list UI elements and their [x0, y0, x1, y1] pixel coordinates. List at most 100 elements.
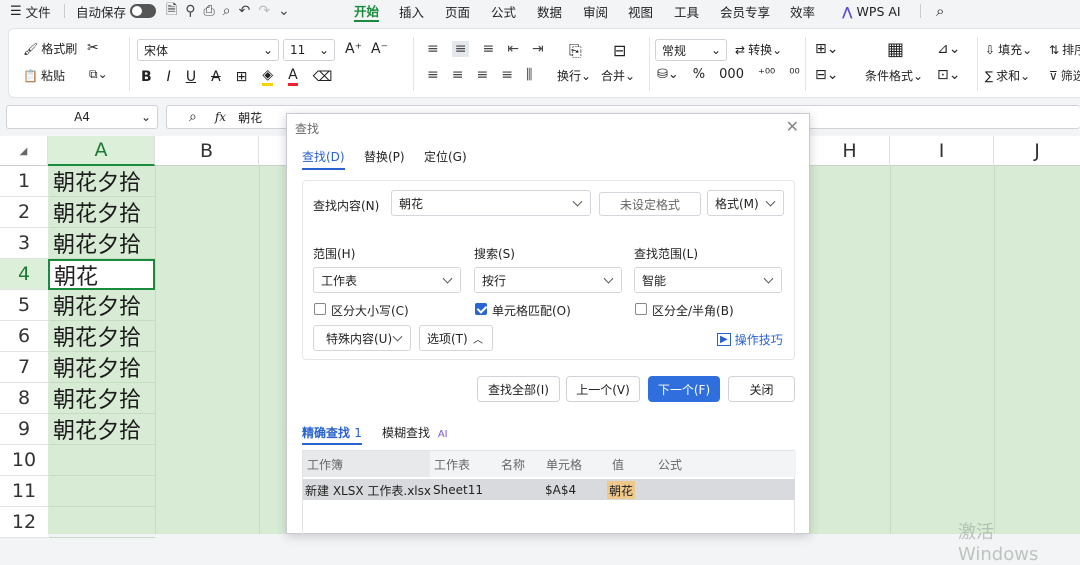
- column-header-j[interactable]: J: [994, 136, 1080, 166]
- cell-a[interactable]: 朝花夕拾: [49, 414, 155, 445]
- column-header-a[interactable]: A: [48, 136, 155, 166]
- tab-insert[interactable]: 插入: [399, 0, 424, 22]
- scope-select[interactable]: 工作表: [313, 267, 461, 293]
- column-header-i[interactable]: I: [890, 136, 994, 166]
- chevron-down-icon[interactable]: ⌄: [278, 3, 290, 19]
- sum-button[interactable]: ∑ 求和 ⌄: [985, 67, 1030, 84]
- cell-a[interactable]: [49, 507, 155, 538]
- row-header[interactable]: 3: [0, 228, 48, 259]
- cell-a[interactable]: 朝花夕拾: [49, 228, 155, 259]
- eraser-icon[interactable]: ⌫: [313, 69, 333, 85]
- autosave-toggle[interactable]: 自动保存: [76, 0, 157, 22]
- paste-button[interactable]: 📋 粘贴: [23, 67, 65, 84]
- search-select[interactable]: 按行: [474, 267, 622, 293]
- align-right-icon[interactable]: ≡: [476, 67, 488, 83]
- row-header[interactable]: 7: [0, 352, 48, 383]
- zoom-icon[interactable]: ⌕: [189, 109, 197, 125]
- font-size-select[interactable]: 11 ⌄: [283, 39, 335, 61]
- redo-icon[interactable]: ↷: [258, 3, 270, 19]
- row-header[interactable]: 4: [0, 259, 48, 290]
- exact-search-tab[interactable]: 精确查找 1: [302, 424, 362, 445]
- row-header[interactable]: 6: [0, 321, 48, 352]
- rows-cols-icon[interactable]: ⊡⌄: [937, 67, 960, 83]
- cell-a[interactable]: [49, 445, 155, 476]
- increase-font-icon[interactable]: A⁺: [345, 41, 362, 57]
- row-header[interactable]: 2: [0, 197, 48, 228]
- italic-icon[interactable]: I: [167, 69, 171, 85]
- lookin-select[interactable]: 智能: [634, 267, 782, 293]
- tab-tools[interactable]: 工具: [674, 0, 699, 22]
- bold-icon[interactable]: B: [141, 69, 152, 85]
- preview-icon[interactable]: ⌕: [223, 3, 231, 19]
- find-all-button[interactable]: 查找全部(I): [477, 376, 560, 402]
- tips-link[interactable]: ▶ 操作技巧: [717, 331, 783, 348]
- currency-icon[interactable]: ⛁⌄: [657, 67, 679, 82]
- options-button[interactable]: 选项(T) ︿: [419, 325, 493, 351]
- row-header[interactable]: 1: [0, 166, 48, 197]
- tab-member[interactable]: 会员专享: [720, 0, 770, 22]
- cell-a[interactable]: 朝花夕拾: [49, 321, 155, 352]
- tab-efficiency[interactable]: 效率: [790, 0, 815, 22]
- distribute-icon[interactable]: ⫼: [526, 67, 532, 83]
- print-icon[interactable]: ⎙: [204, 3, 215, 19]
- cell-a[interactable]: 朝花夕拾: [49, 383, 155, 414]
- special-content-button[interactable]: 特殊内容(U): [313, 325, 411, 351]
- row-header[interactable]: 11: [0, 476, 48, 507]
- match-case-checkbox[interactable]: [314, 303, 326, 315]
- row-header[interactable]: 9: [0, 414, 48, 445]
- filter-button[interactable]: ⊽ 筛选: [1049, 67, 1080, 84]
- tab-review[interactable]: 审阅: [583, 0, 608, 22]
- tab-goto[interactable]: 定位(G): [424, 148, 467, 165]
- close-icon[interactable]: ✕: [786, 117, 799, 136]
- match-width-checkbox[interactable]: [635, 303, 647, 315]
- align-top-icon[interactable]: ≡: [427, 41, 439, 57]
- wrap-button[interactable]: 换行 ⌄: [557, 67, 591, 84]
- sort-button[interactable]: ⇅排序: [1049, 41, 1080, 58]
- tab-replace[interactable]: 替换(P): [364, 148, 405, 165]
- previous-button[interactable]: 上一个(V): [566, 376, 640, 402]
- justify-icon[interactable]: ≡: [501, 67, 513, 83]
- column-header-b[interactable]: B: [155, 136, 259, 166]
- convert-button[interactable]: ⇄ 转换 ⌄: [735, 41, 782, 58]
- decrease-font-icon[interactable]: A⁻: [371, 41, 388, 57]
- row-header[interactable]: 12: [0, 507, 48, 538]
- column-header-h[interactable]: H: [810, 136, 890, 166]
- cell-a[interactable]: 朝花夕拾: [49, 197, 155, 228]
- close-button[interactable]: 关闭: [728, 376, 795, 402]
- align-center-icon[interactable]: ≡: [452, 67, 464, 83]
- find-input[interactable]: 朝花: [391, 190, 591, 216]
- strikethrough-icon[interactable]: A: [211, 69, 221, 85]
- tab-start[interactable]: 开始: [354, 0, 380, 22]
- tab-find[interactable]: 查找(D): [302, 148, 345, 170]
- row-header[interactable]: 5: [0, 290, 48, 321]
- format-button[interactable]: 格式(M): [707, 190, 784, 216]
- cell-style-icon[interactable]: ⊟⌄: [815, 67, 838, 83]
- link-icon[interactable]: ⚲: [185, 3, 195, 19]
- name-box[interactable]: A4 ⌄: [6, 105, 158, 129]
- save-icon[interactable]: 🗎: [166, 0, 177, 23]
- merge-button[interactable]: 合并 ⌄: [601, 67, 635, 84]
- indent-decrease-icon[interactable]: ⇤: [507, 41, 519, 57]
- decimal-increase-icon[interactable]: ⁺⁰⁰: [758, 67, 775, 82]
- undo-icon[interactable]: ↶: [239, 3, 251, 19]
- border-icon[interactable]: ⊞: [236, 69, 248, 85]
- match-cell-checkbox[interactable]: [475, 303, 487, 315]
- table-style-icon[interactable]: ⊞⌄: [815, 41, 838, 57]
- percent-icon[interactable]: %: [693, 67, 705, 82]
- fill-button[interactable]: ⇩ 填充 ⌄: [985, 41, 1032, 58]
- cut-icon[interactable]: ✂: [87, 40, 99, 56]
- decimal-decrease-icon[interactable]: ⁰⁰: [789, 67, 799, 82]
- indent-increase-icon[interactable]: ⇥: [532, 41, 544, 57]
- search-icon[interactable]: ⌕: [936, 0, 944, 22]
- wps-ai-tab[interactable]: ⋀ WPS AI: [842, 0, 901, 22]
- fill-color-icon[interactable]: ◈: [262, 67, 274, 86]
- cell-a[interactable]: 朝花夕拾: [49, 166, 155, 197]
- number-format-select[interactable]: 常规 ⌄: [655, 39, 727, 61]
- tab-page[interactable]: 页面: [445, 0, 470, 22]
- tab-formula[interactable]: 公式: [491, 0, 516, 22]
- thousands-icon[interactable]: 000: [719, 67, 744, 82]
- fuzzy-search-tab[interactable]: 模糊查找 AI: [382, 424, 448, 441]
- align-middle-icon[interactable]: ≡: [451, 41, 470, 57]
- align-bottom-icon[interactable]: ≡: [482, 41, 494, 57]
- underline-icon[interactable]: U: [186, 69, 196, 85]
